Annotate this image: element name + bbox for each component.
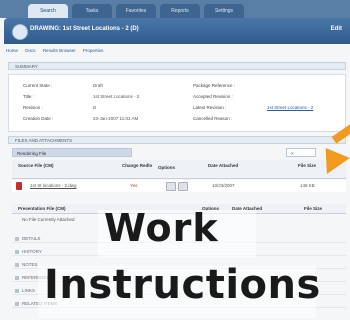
breadcrumb-properties[interactable]: Properties [83, 48, 104, 53]
col-size: File Size [304, 206, 323, 211]
files-section-header[interactable]: FILES AND ATTACHMENTS [8, 136, 346, 144]
date-attached: 10/23/2007 [212, 183, 235, 188]
tab-reports[interactable]: Reports [160, 4, 200, 18]
file-icon [16, 182, 22, 190]
overlay-title-line1: Work [104, 206, 219, 250]
col-size: File Size [298, 163, 317, 168]
field-value: D [93, 105, 97, 110]
empty-message: No File Currently Attached [22, 217, 75, 222]
field-value: 1st Street Locations - 2 [93, 94, 140, 99]
record-header: DRAWING: 1st Street Locations - 2 (D) Ed… [4, 18, 350, 44]
summary-panel: Current State : Draft Title : 1st Street… [8, 74, 346, 132]
edit-button[interactable]: Edit [331, 26, 342, 32]
field-label: Current State : [23, 83, 53, 88]
field-label: Cancelled Reason : [193, 116, 233, 121]
tab-favorites[interactable]: Favorites [116, 4, 156, 18]
tab-search[interactable]: Search [28, 4, 68, 18]
table-row: 1st St locations - 2.dwg Yes 10/23/2007 … [12, 180, 346, 192]
tab-tasks[interactable]: Tasks [72, 4, 112, 18]
col-date: Date Attached [208, 163, 239, 168]
field-label: Latest Revision : [193, 105, 227, 110]
file-size: 148 KB [300, 183, 315, 188]
screenshot-frame: Search Tasks Favorites Reports Settings … [0, 0, 350, 320]
files-grid-header: Source File (CM) Change Redln Options Da… [12, 160, 346, 179]
summary-section-header[interactable]: SUMMARY [8, 62, 346, 70]
drawing-icon [12, 24, 28, 40]
overlay-title-line2: Instructions [44, 262, 321, 308]
breadcrumb-home[interactable]: Home [6, 48, 18, 53]
tab-settings[interactable]: Settings [204, 4, 244, 18]
record-title: DRAWING: 1st Street Locations - 2 (D) [30, 26, 139, 32]
col-presentation: Presentation File (CM) [18, 206, 66, 211]
breadcrumb-results[interactable]: Results Browser [43, 48, 76, 53]
breadcrumb: Home Docs Results Browser Properties [6, 48, 109, 53]
field-value: Draft [93, 83, 103, 88]
close-tab-button[interactable]: × [286, 148, 316, 157]
field-label: Revision : [23, 105, 43, 110]
col-change: Change Redln [122, 163, 153, 168]
top-tabbar: Search Tasks Favorites Reports Settings [0, 0, 350, 18]
col-source: Source File (CM) [18, 163, 54, 168]
download-icon[interactable] [178, 182, 188, 191]
file-link[interactable]: 1st St locations - 2.dwg [30, 183, 77, 188]
view-icon[interactable] [166, 182, 176, 191]
field-label: Creation Date : [23, 116, 54, 121]
breadcrumb-docs[interactable]: Docs [25, 48, 35, 53]
document-tabs: Rendering File × [12, 148, 346, 157]
latest-revision-link[interactable]: 1st Street Locations - 2 [267, 105, 313, 110]
tab-rendering-file[interactable]: Rendering File [12, 148, 132, 157]
field-value: 23-Jan-2007 11:01 AM [93, 116, 139, 121]
change-status: Yes [130, 183, 138, 188]
field-label: Package Reference : [193, 83, 236, 88]
field-label: Title : [23, 94, 34, 99]
col-options: Options [158, 165, 175, 170]
field-label: Accepted Revision : [193, 94, 233, 99]
